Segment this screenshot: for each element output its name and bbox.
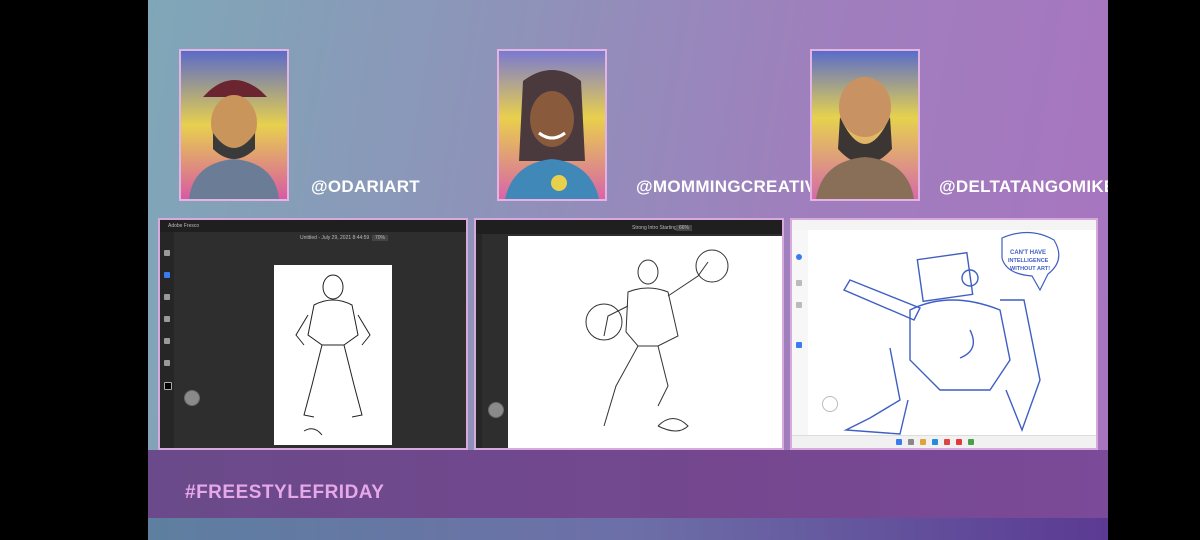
document-title: Strong Intro Starting*: [632, 225, 679, 231]
speech-bubble-line-2: INTELLIGENCE: [1008, 258, 1049, 264]
zoom-level[interactable]: 66%: [676, 225, 693, 231]
drawing-canvas[interactable]: CAN'T HAVE INTELLIGENCE WITHOUT ART!: [810, 230, 1096, 438]
screen-deltatangomike: CAN'T HAVE INTELLIGENCE WITHOUT ART!: [790, 218, 1098, 450]
drawing-canvas[interactable]: [274, 265, 392, 445]
hashtag-label: #FREESTYLEFRIDAY: [185, 482, 385, 503]
tool-panel: [160, 232, 174, 448]
drawing-canvas[interactable]: [508, 236, 782, 448]
select-icon[interactable]: [796, 280, 802, 286]
tool-panel: [476, 234, 482, 448]
eraser-icon[interactable]: [164, 294, 170, 300]
app-icon[interactable]: [968, 439, 974, 445]
pen-icon[interactable]: [796, 342, 802, 348]
bottom-strip: [148, 518, 1108, 540]
stream-overlay: @ODARIART @MOMMINGCREATIVELY @DELTATANGO…: [148, 0, 1108, 540]
file-explorer-icon[interactable]: [920, 439, 926, 445]
brush-icon[interactable]: [164, 272, 170, 278]
handle-deltatangomike: @DELTATANGOMIKE: [939, 177, 1108, 196]
eyedropper-icon[interactable]: [164, 360, 170, 366]
sketch-figure-2: [585, 249, 729, 432]
portrait-odariart: [179, 49, 289, 201]
app-titlebar: Strong Intro Starting* 66%: [476, 220, 782, 234]
speech-bubble-line-1: CAN'T HAVE: [1010, 250, 1046, 256]
portrait-deltatangomike: [810, 49, 920, 201]
brush-icon[interactable]: [796, 254, 802, 260]
handle-odariart: @ODARIART: [311, 177, 420, 196]
speech-bubble-line-3: WITHOUT ART!: [1010, 266, 1050, 272]
select-icon[interactable]: [164, 316, 170, 322]
app-titlebar: Adobe Fresco Untitled - July 29, 2021 8:…: [160, 220, 466, 241]
screen-mommingcreatively: Strong Intro Starting* 66%: [474, 218, 784, 450]
app-title: Adobe Fresco: [168, 223, 200, 229]
portrait-mommingcreatively: [497, 49, 607, 201]
screen-odariart: Adobe Fresco Untitled - July 29, 2021 8:…: [158, 218, 468, 450]
app-titlebar: [792, 220, 1096, 230]
fill-icon[interactable]: [164, 338, 170, 344]
pen-icon[interactable]: [164, 250, 170, 256]
app-icon[interactable]: [944, 439, 950, 445]
zoom-level[interactable]: 70%: [372, 235, 389, 241]
windows-taskbar: [792, 435, 1096, 448]
color-swatch[interactable]: [164, 382, 172, 390]
adobe-icon[interactable]: [956, 439, 962, 445]
touch-shortcut-button[interactable]: [488, 402, 504, 418]
browser-icon[interactable]: [932, 439, 938, 445]
sketch-figure-1: [295, 274, 371, 436]
sketch-figure-3: CAN'T HAVE INTELLIGENCE WITHOUT ART!: [842, 231, 1060, 435]
touch-shortcut-button[interactable]: [184, 390, 200, 406]
tool-panel: [792, 230, 808, 436]
search-icon[interactable]: [908, 439, 914, 445]
eraser-icon[interactable]: [796, 302, 802, 308]
document-title: Untitled - July 29, 2021 8:44:59: [300, 235, 370, 241]
start-icon[interactable]: [896, 439, 902, 445]
